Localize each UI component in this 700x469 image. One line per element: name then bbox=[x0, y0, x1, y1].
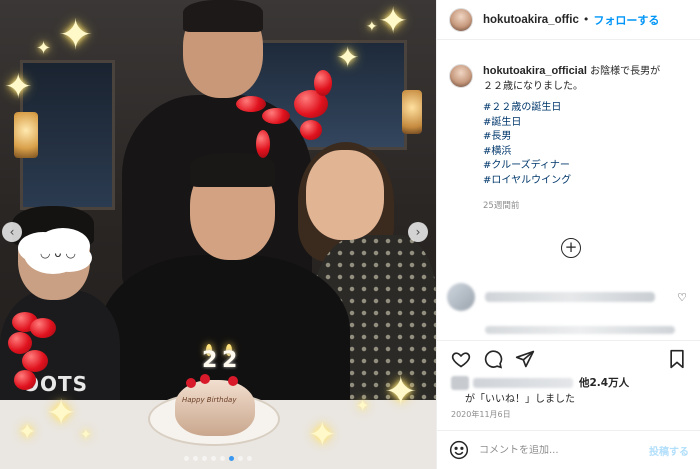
carousel-dot bbox=[211, 456, 216, 461]
header-username[interactable]: hokutoakira_offic bbox=[483, 14, 579, 26]
sparkle-decoration: ✦ bbox=[366, 19, 378, 35]
caption-row: hokutoakira_official お陰様で長男が ２２歳になりました。 … bbox=[449, 64, 688, 214]
actions-row bbox=[437, 341, 700, 377]
post-header: hokutoakira_offic • フォローする bbox=[437, 0, 700, 40]
carousel-dot bbox=[184, 456, 189, 461]
carousel-dots bbox=[0, 456, 436, 461]
balloon-flower-part bbox=[14, 370, 36, 390]
carousel-dot bbox=[202, 456, 207, 461]
wall-lamp-right bbox=[402, 90, 422, 134]
comment-icon[interactable] bbox=[483, 349, 503, 369]
balloon-dog-part bbox=[262, 108, 290, 124]
carousel-dot bbox=[193, 456, 198, 461]
likes-count[interactable]: 他2.4万人 bbox=[579, 375, 629, 390]
sparkle-decoration: ✦ bbox=[58, 10, 94, 59]
caption-username[interactable]: hokutoakira_official bbox=[483, 65, 587, 77]
birthday-cake bbox=[175, 380, 255, 436]
sparkle-decoration: ✦ bbox=[46, 393, 77, 434]
carousel-dot-active bbox=[229, 456, 234, 461]
hashtag-list: #２２歳の誕生日 #誕生日 #長男 #横浜 #クルーズディナー #ロイヤルウイン… bbox=[483, 101, 688, 189]
woman-head bbox=[306, 150, 384, 240]
hashtag-link[interactable]: #ロイヤルウイング bbox=[483, 174, 688, 189]
smile-icon[interactable] bbox=[449, 440, 469, 460]
sparkle-decoration: ✦ bbox=[18, 420, 37, 445]
likes-summary: 他2.4万人 bbox=[451, 375, 629, 390]
carousel-dot bbox=[220, 456, 225, 461]
sparkle-decoration: ✦ bbox=[308, 415, 337, 455]
chevron-right-icon[interactable]: › bbox=[408, 222, 428, 242]
heart-icon[interactable] bbox=[451, 349, 471, 369]
follow-button[interactable]: フォローする bbox=[593, 12, 659, 28]
avatar[interactable] bbox=[449, 7, 473, 32]
strawberry bbox=[200, 374, 210, 384]
action-bar bbox=[437, 340, 700, 377]
cake-message: Happy Birthday bbox=[182, 396, 237, 404]
sparkle-decoration: ✦ bbox=[356, 396, 370, 415]
candle-number-right: 2 bbox=[222, 348, 238, 373]
blurred-comment bbox=[485, 292, 655, 302]
balloon-flower-part bbox=[22, 350, 48, 372]
candle-number-left: 2 bbox=[202, 348, 218, 373]
strawberry bbox=[228, 376, 238, 386]
post-date[interactable]: 2020年11月6日 bbox=[451, 409, 511, 420]
hashtag-link[interactable]: #誕生日 bbox=[483, 116, 688, 131]
sparkle-decoration: ✦ bbox=[378, 1, 409, 42]
sparkle-decoration: ✦ bbox=[36, 38, 52, 59]
blurred-liker-avatar bbox=[451, 375, 469, 390]
bookmark-icon[interactable] bbox=[667, 349, 687, 369]
balloon-dog-part bbox=[256, 130, 270, 158]
balloon-dog-part bbox=[300, 120, 322, 140]
comment-input[interactable] bbox=[479, 444, 649, 456]
blurred-liker-name bbox=[473, 377, 573, 388]
post-side-panel: hokutoakira_offic • フォローする hokutoakira_o… bbox=[436, 0, 700, 469]
likes-suffix: が「いいね！」しました bbox=[465, 394, 575, 405]
caption-avatar[interactable] bbox=[449, 64, 473, 88]
caption-body: hokutoakira_official お陰様で長男が ２２歳になりました。 … bbox=[483, 64, 688, 214]
header-separator: • bbox=[582, 13, 590, 26]
share-icon[interactable] bbox=[515, 349, 535, 369]
hashtag-link[interactable]: #２２歳の誕生日 bbox=[483, 101, 688, 116]
plus-circle-icon[interactable]: + bbox=[561, 238, 581, 258]
comment-row-blurred: ♡ bbox=[447, 283, 691, 311]
balloon-flower-part bbox=[30, 318, 56, 338]
center-man-hair bbox=[190, 153, 275, 187]
comment-box: 投稿する bbox=[437, 430, 700, 469]
heart-icon[interactable]: ♡ bbox=[677, 291, 687, 304]
wall-lamp bbox=[14, 112, 38, 158]
balloon-dog-part bbox=[314, 70, 332, 96]
cloud-face-smile: ◡ ᴗ ◡ bbox=[40, 246, 76, 260]
sparkle-decoration: ✦ bbox=[336, 41, 360, 74]
balloon-dog-part bbox=[236, 96, 266, 112]
strawberry bbox=[186, 378, 196, 388]
hashtag-link[interactable]: #クルーズディナー bbox=[483, 159, 688, 174]
sparkle-decoration: ✦ bbox=[384, 369, 418, 415]
carousel-dot bbox=[247, 456, 252, 461]
caption-time-ago[interactable]: 25週間前 bbox=[483, 199, 688, 214]
blurred-avatar bbox=[447, 283, 475, 311]
sparkle-decoration: ✦ bbox=[4, 67, 33, 107]
chevron-left-icon[interactable]: ‹ bbox=[2, 222, 22, 242]
hashtag-link[interactable]: #長男 bbox=[483, 130, 688, 145]
post-photo[interactable]: OOTS ◡ ᴗ ◡ Happy Birthday 2 2 ✦ ✦ ✦ ✦ ✦ … bbox=[0, 0, 436, 469]
post-comment-button[interactable]: 投稿する bbox=[649, 443, 689, 458]
sparkle-decoration: ✦ bbox=[80, 427, 92, 443]
blurred-comment-line bbox=[485, 326, 675, 334]
hashtag-link[interactable]: #横浜 bbox=[483, 145, 688, 160]
standing-man-hair bbox=[183, 0, 263, 32]
carousel-dot bbox=[238, 456, 243, 461]
